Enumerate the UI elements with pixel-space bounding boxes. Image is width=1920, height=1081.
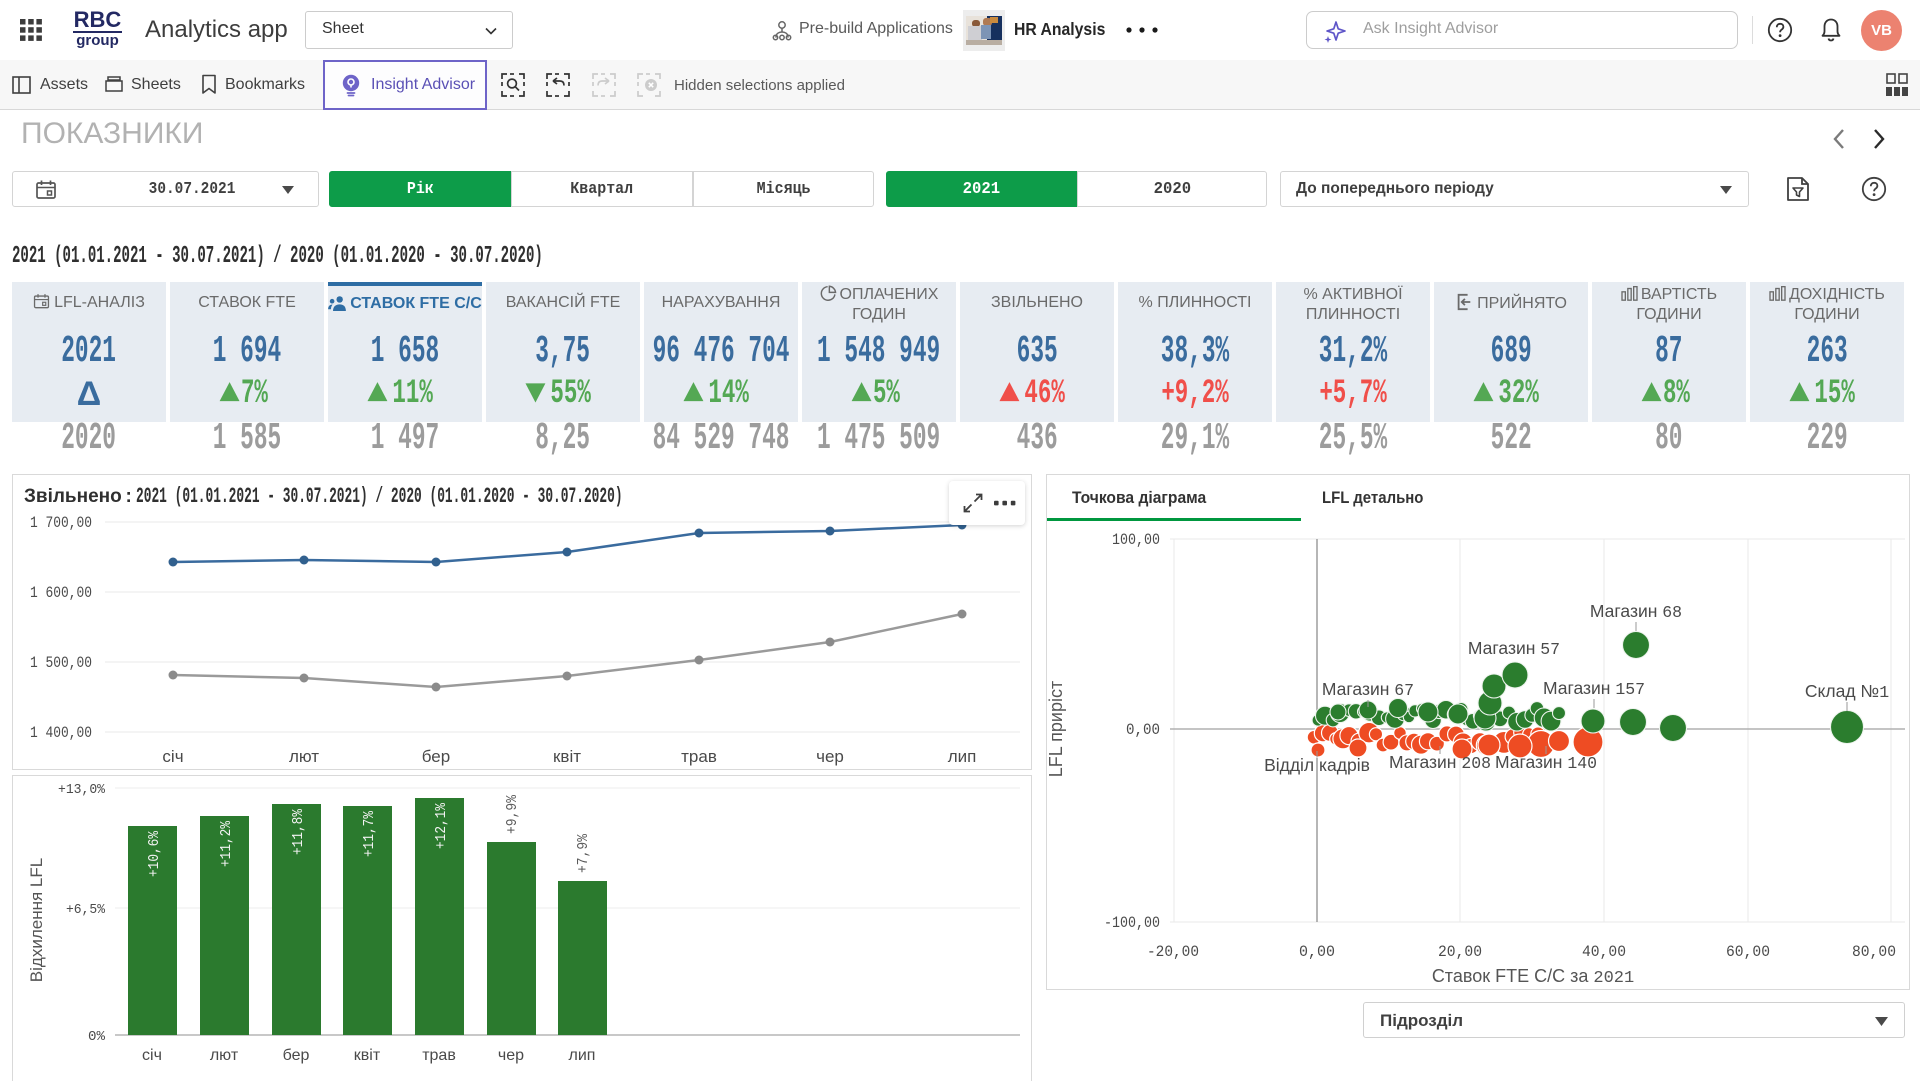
svg-text:1 600,00: 1 600,00 xyxy=(30,584,92,602)
svg-text:+13,0%: +13,0% xyxy=(58,783,106,798)
svg-text:Магазин 140: Магазин 140 xyxy=(1495,752,1597,773)
svg-text:Магазин 57: Магазин 57 xyxy=(1468,638,1560,659)
svg-text:Магазин 68: Магазин 68 xyxy=(1590,601,1682,622)
svg-text:+7,9%: +7,9% xyxy=(575,833,592,873)
svg-text:40,00: 40,00 xyxy=(1582,943,1626,961)
svg-text:трав: трав xyxy=(422,1047,456,1064)
svg-text:бер: бер xyxy=(422,747,450,766)
svg-text:Ставок FTE C/C за 2021: Ставок FTE C/C за 2021 xyxy=(1432,966,1634,988)
svg-text:80,00: 80,00 xyxy=(1852,943,1896,961)
svg-text:1 400,00: 1 400,00 xyxy=(30,724,92,742)
svg-text:-20,00: -20,00 xyxy=(1147,943,1199,961)
svg-text:20,00: 20,00 xyxy=(1438,943,1482,961)
svg-text:лип: лип xyxy=(948,747,977,766)
svg-text:1 500,00: 1 500,00 xyxy=(30,654,92,672)
svg-text:Магазин 208: Магазин 208 xyxy=(1389,752,1491,773)
svg-text:+11,2%: +11,2% xyxy=(218,820,235,867)
svg-text:січ: січ xyxy=(142,1047,162,1064)
svg-text:60,00: 60,00 xyxy=(1726,943,1770,961)
svg-text:січ: січ xyxy=(162,747,183,766)
svg-text:лют: лют xyxy=(289,747,319,766)
svg-text:Відхилення LFL: Відхилення LFL xyxy=(27,858,46,982)
svg-text:чер: чер xyxy=(498,1047,524,1064)
svg-text:+11,8%: +11,8% xyxy=(290,808,307,855)
svg-text:чер: чер xyxy=(816,747,844,766)
svg-text:Магазин 67: Магазин 67 xyxy=(1322,679,1414,700)
svg-text:лют: лют xyxy=(210,1047,239,1064)
svg-text:100,00: 100,00 xyxy=(1112,531,1160,549)
svg-text:+11,7%: +11,7% xyxy=(361,810,378,857)
svg-text:1 700,00: 1 700,00 xyxy=(30,514,92,532)
svg-text:квіт: квіт xyxy=(354,1047,381,1064)
svg-text:LFL приріст: LFL приріст xyxy=(1046,681,1066,777)
svg-text:квіт: квіт xyxy=(553,747,581,766)
svg-text:+6,5%: +6,5% xyxy=(66,903,106,918)
svg-text:лип: лип xyxy=(569,1047,596,1064)
svg-text:+12,1%: +12,1% xyxy=(433,802,450,849)
svg-text:-100,00: -100,00 xyxy=(1104,914,1160,932)
svg-text:Магазин 157: Магазин 157 xyxy=(1543,678,1645,699)
svg-text:0%: 0% xyxy=(88,1030,106,1045)
svg-text:0,00: 0,00 xyxy=(1126,721,1160,739)
svg-text:+9,9%: +9,9% xyxy=(504,794,521,834)
svg-text:0,00: 0,00 xyxy=(1299,943,1335,961)
svg-text:бер: бер xyxy=(283,1047,310,1064)
svg-text:+10,6%: +10,6% xyxy=(146,830,163,877)
svg-text:Склад №1: Склад №1 xyxy=(1805,681,1889,702)
svg-text:Відділ кадрів: Відділ кадрів xyxy=(1264,755,1370,775)
svg-text:трав: трав xyxy=(681,747,717,766)
